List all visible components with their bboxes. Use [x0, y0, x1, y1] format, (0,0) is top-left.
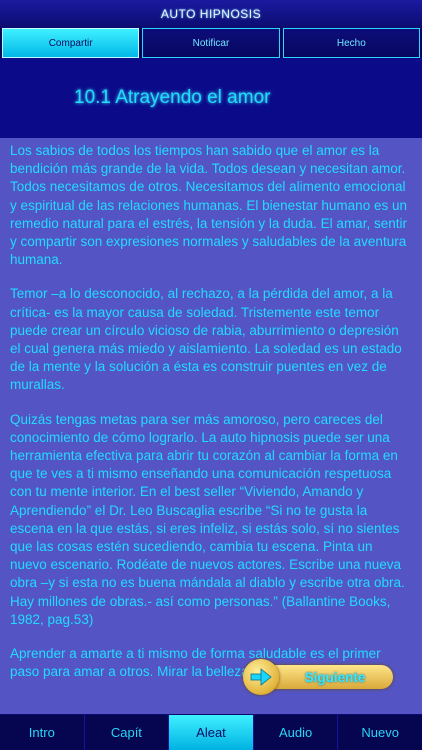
top-tab-bar: Compartir Notificar Hecho	[0, 28, 422, 58]
page-title: 10.1 Atrayendo el amor	[74, 87, 271, 108]
nav-label: Aleat	[196, 725, 226, 740]
app-title: AUTO HIPNOSIS	[160, 7, 262, 21]
article-body[interactable]: Los sabios de todos los tiempos han sabi…	[0, 138, 422, 714]
arrow-right-icon	[243, 659, 279, 695]
nav-label: Intro	[28, 725, 55, 740]
nav-audio[interactable]: Audio	[252, 715, 338, 750]
main-content[interactable]: 10.1 Atrayendo el amor Los sabios de tod…	[0, 58, 422, 714]
tab-label: Notificar	[192, 37, 230, 49]
nav-nuevo[interactable]: Nuevo	[337, 715, 422, 750]
next-button-label: Siguiente	[304, 669, 366, 685]
next-button[interactable]: Siguiente	[243, 659, 393, 695]
nav-aleat[interactable]: Aleat	[168, 715, 253, 750]
paragraph: Quizás tengas metas para ser más amoroso…	[10, 411, 405, 627]
tab-hecho[interactable]: Hecho	[282, 28, 420, 58]
nav-label: Capít	[110, 725, 142, 740]
title-banner: 10.1 Atrayendo el amor	[0, 58, 422, 138]
bottom-nav: Intro Capít Aleat Audio Nuevo	[0, 714, 422, 750]
tab-notificar[interactable]: Notificar	[142, 28, 280, 58]
paragraph: Los sabios de todos los tiempos han sabi…	[10, 143, 407, 268]
nav-label: Nuevo	[361, 725, 399, 740]
nav-capit[interactable]: Capít	[83, 715, 169, 750]
next-button-pill: Siguiente	[263, 665, 393, 689]
tab-label: Hecho	[336, 37, 366, 49]
tab-label: Compartir	[48, 37, 93, 49]
tab-compartir[interactable]: Compartir	[2, 28, 140, 58]
app-title-bar: AUTO HIPNOSIS	[0, 0, 422, 28]
paragraph: Temor –a lo desconocido, al rechazo, a l…	[10, 286, 402, 393]
nav-intro[interactable]: Intro	[0, 715, 84, 750]
nav-label: Audio	[278, 725, 313, 740]
